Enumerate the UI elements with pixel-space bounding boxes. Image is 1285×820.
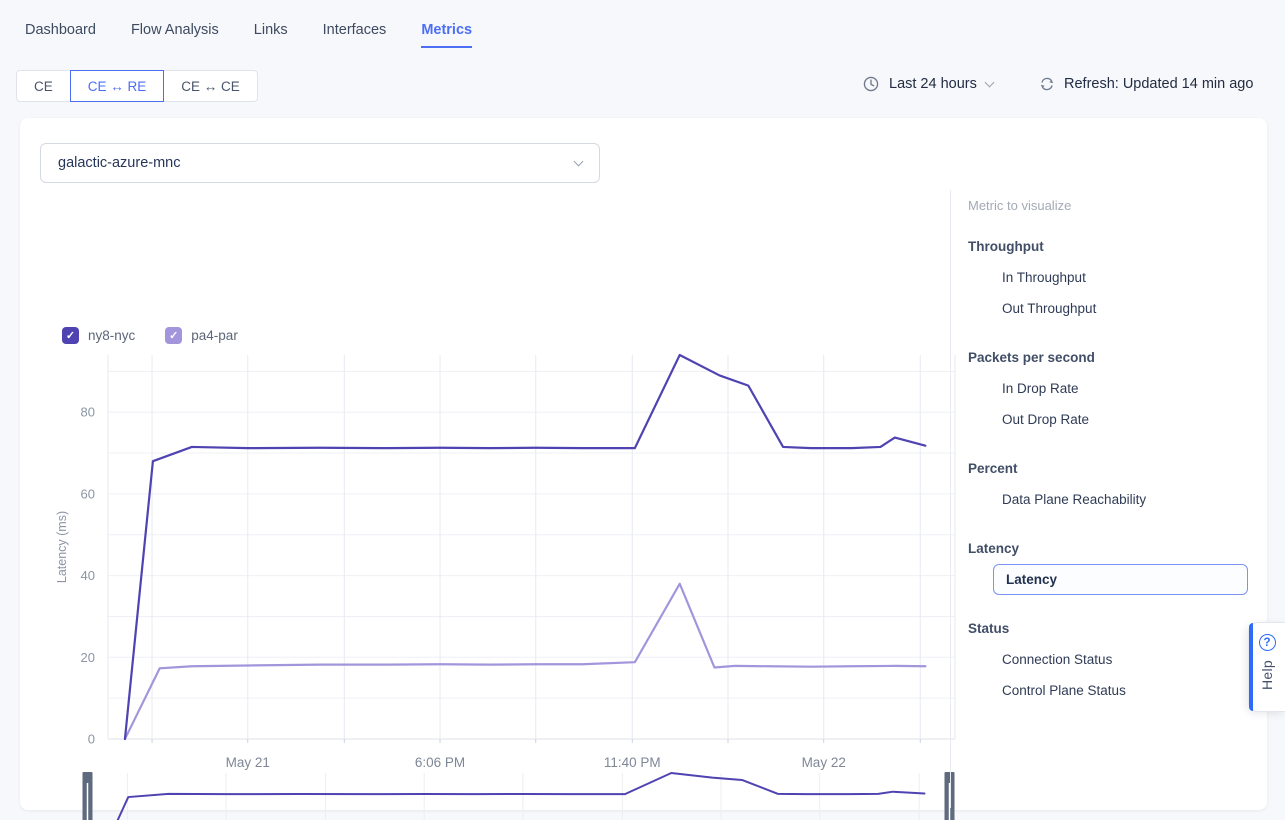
svg-text:40: 40 [81, 568, 95, 583]
nav-interfaces[interactable]: Interfaces [323, 22, 387, 48]
time-range-label: Last 24 hours [889, 76, 977, 92]
svg-text:0: 0 [88, 732, 95, 747]
svg-text:6:06 PM: 6:06 PM [415, 755, 465, 770]
question-circle-icon: ? [1259, 634, 1276, 651]
top-nav: Dashboard Flow Analysis Links Interfaces Met… [25, 22, 472, 48]
checkbox-pa4-par[interactable]: ✓ [165, 327, 182, 344]
segment-ce-re[interactable]: CE ↔ RE [70, 70, 165, 102]
metric-group-latency: Latency [968, 541, 1248, 556]
latency-chart[interactable]: 0 20 40 60 80 Latency (ms) May 21 6:06 PM 11:40 … [50, 350, 965, 770]
metric-option-latency[interactable]: Latency [993, 564, 1248, 595]
metric-option-out-throughput[interactable]: Out Throughput [968, 293, 1248, 324]
clock-icon [862, 75, 880, 93]
metric-group-throughput: Throughput [968, 239, 1248, 254]
svg-text:Latency (ms): Latency (ms) [55, 511, 69, 583]
nav-links[interactable]: Links [254, 22, 288, 48]
legend-item-pa4-par[interactable]: ✓ pa4-par [165, 327, 238, 344]
metric-option-in-throughput[interactable]: In Throughput [968, 262, 1248, 293]
nav-metrics[interactable]: Metrics [421, 22, 472, 48]
legend-item-ny8-nyc[interactable]: ✓ ny8-nyc [62, 327, 135, 344]
svg-text:60: 60 [81, 486, 95, 501]
svg-text:May 22: May 22 [802, 755, 846, 770]
nav-flow-analysis[interactable]: Flow Analysis [131, 22, 219, 48]
svg-text:May 21: May 21 [226, 755, 270, 770]
refresh-label: Refresh: Updated 14 min ago [1064, 76, 1253, 92]
metric-sidebar-title: Metric to visualize [968, 198, 1248, 213]
nav-dashboard[interactable]: Dashboard [25, 22, 96, 48]
metric-sidebar: Metric to visualize Throughput In Through… [968, 198, 1248, 706]
segment-ce[interactable]: CE [16, 70, 71, 102]
series-legend: ✓ ny8-nyc ✓ pa4-par [62, 327, 238, 344]
metric-option-out-drop-rate[interactable]: Out Drop Rate [968, 404, 1248, 435]
metric-option-connection-status[interactable]: Connection Status [968, 644, 1248, 675]
metric-option-in-drop-rate[interactable]: In Drop Rate [968, 373, 1248, 404]
metric-group-status: Status [968, 621, 1248, 636]
metric-group-percent: Percent [968, 461, 1248, 476]
chevron-down-icon [574, 156, 584, 166]
metric-groups: Throughput In ThroughputOut Throughput Pac… [968, 239, 1248, 706]
metric-group-packets-per-second: Packets per second [968, 350, 1248, 365]
svg-text:20: 20 [81, 650, 95, 665]
help-label: Help [1259, 660, 1275, 690]
metric-option-data-plane-reachability[interactable]: Data Plane Reachability [968, 484, 1248, 515]
overview-brush-chart[interactable]: May 216:06 PM11:40 PMMay 22 [82, 770, 955, 820]
svg-text:80: 80 [81, 405, 95, 420]
connector-select[interactable]: galactic-azure-mnc [40, 143, 600, 183]
metric-option-control-plane-status[interactable]: Control Plane Status [968, 675, 1248, 706]
svg-text:11:40 PM: 11:40 PM [604, 755, 661, 770]
refresh-icon [1038, 75, 1056, 93]
chevron-down-icon [984, 77, 994, 87]
connector-select-value: galactic-azure-mnc [58, 155, 181, 171]
endpoint-segment-group: CECE ↔ RECE ↔ CE [16, 70, 258, 102]
metrics-panel: galactic-azure-mnc ✓ ny8-nyc ✓ pa4-par 0 20 4… [20, 118, 1267, 810]
segment-ce-ce[interactable]: CE ↔ CE [163, 70, 258, 102]
checkbox-ny8-nyc[interactable]: ✓ [62, 327, 79, 344]
help-button[interactable]: ? Help [1248, 622, 1285, 712]
legend-label: ny8-nyc [88, 328, 135, 343]
time-range-dropdown[interactable]: Last 24 hours [862, 75, 993, 93]
legend-label: pa4-par [191, 328, 238, 343]
sidebar-divider [950, 190, 951, 808]
refresh-button[interactable]: Refresh: Updated 14 min ago [1038, 75, 1253, 93]
